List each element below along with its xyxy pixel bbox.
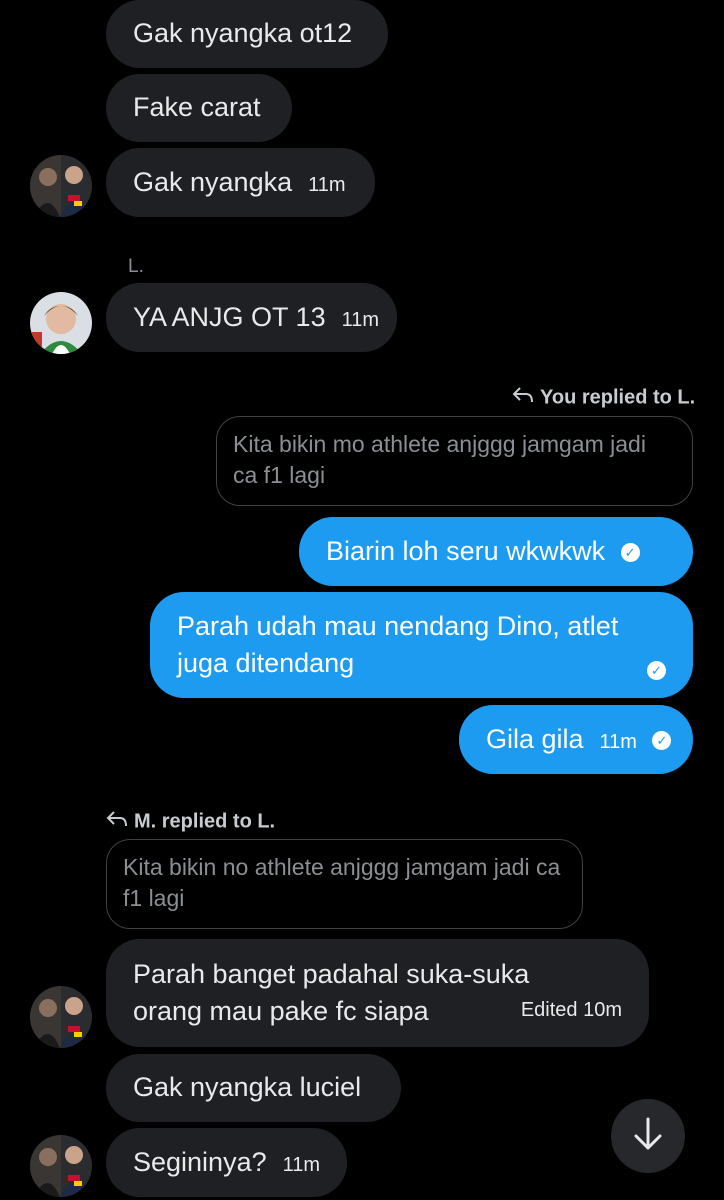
avatar-l[interactable] — [30, 292, 92, 354]
scroll-to-bottom-button[interactable] — [611, 1099, 685, 1173]
avatar-m[interactable] — [30, 986, 92, 1048]
reply-label: M. replied to L. — [106, 810, 275, 834]
message-text: Gak nyangka — [133, 167, 293, 197]
quoted-message[interactable]: Kita bikin mo athlete anjggg jamgam jadi… — [216, 416, 693, 506]
message-text: Parah banget padahal suka-suka orang mau… — [133, 959, 530, 1026]
message-bubble-sent[interactable]: Gila gila 11m ✓ — [459, 705, 693, 774]
reply-label: You replied to L. — [512, 386, 695, 410]
message-bubble-sent[interactable]: Biarin loh seru wkwkwk ✓ — [299, 517, 693, 586]
avatar-m[interactable] — [30, 155, 92, 217]
reply-arrow-icon — [512, 386, 534, 410]
message-text: Fake carat — [133, 92, 261, 122]
message-bubble[interactable]: Gak nyangka 11m — [106, 148, 375, 217]
sender-name: L. — [128, 256, 144, 277]
sent-check-icon: ✓ — [620, 543, 640, 563]
sent-check-icon: ✓ — [647, 661, 666, 680]
avatar-m[interactable] — [30, 1135, 92, 1197]
message-timestamp: 11m — [308, 174, 346, 196]
reply-label-text: M. replied to L. — [134, 810, 276, 833]
quoted-text: Kita bikin no athlete anjggg jamgam jadi… — [123, 854, 561, 911]
message-timestamp: 11m — [599, 731, 637, 753]
quoted-text: Kita bikin mo athlete anjggg jamgam jadi… — [233, 431, 646, 488]
message-timestamp: 11m — [282, 1154, 321, 1176]
message-bubble[interactable]: YA ANJG OT 13 11m — [106, 283, 397, 352]
arrow-down-icon — [632, 1116, 664, 1157]
message-text: YA ANJG OT 13 — [133, 302, 326, 332]
message-text: Parah udah mau nendang Dino, atlet juga … — [177, 611, 619, 678]
message-text: Gak nyangka ot12 — [133, 18, 353, 48]
message-text: Gak nyangka luciel — [133, 1072, 362, 1102]
edited-timestamp: Edited 10m — [520, 999, 622, 1021]
reply-label-text: You replied to L. — [540, 386, 696, 409]
message-bubble[interactable]: Segininya? 11m — [106, 1128, 347, 1197]
sent-check-icon: ✓ — [652, 731, 672, 751]
message-timestamp: 11m — [341, 309, 380, 331]
message-text: Gila gila — [486, 724, 584, 754]
message-bubble[interactable]: Gak nyangka ot12 — [106, 0, 388, 68]
reply-arrow-icon — [106, 810, 128, 834]
message-bubble-sent[interactable]: Parah udah mau nendang Dino, atlet juga … — [150, 592, 693, 698]
message-text: Biarin loh seru wkwkwk — [326, 536, 606, 566]
message-bubble[interactable]: Gak nyangka luciel — [106, 1054, 401, 1122]
message-bubble[interactable]: Parah banget padahal suka-suka orang mau… — [106, 939, 649, 1047]
quoted-message[interactable]: Kita bikin no athlete anjggg jamgam jadi… — [106, 839, 583, 929]
message-text: Segininya? — [133, 1147, 267, 1177]
message-bubble[interactable]: Fake carat — [106, 74, 292, 142]
